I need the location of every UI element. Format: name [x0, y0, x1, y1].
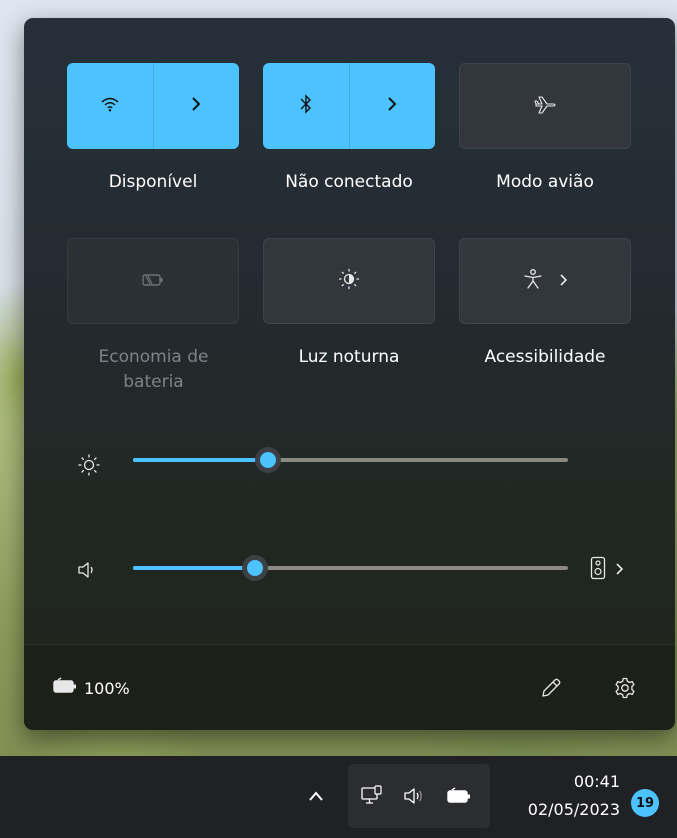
volume-slider-fill — [133, 566, 255, 570]
brightness-slider-fill — [133, 458, 268, 462]
speaker-device-icon — [590, 556, 606, 584]
accessibility-icon — [522, 268, 544, 294]
bluetooth-expand-button[interactable] — [348, 63, 436, 149]
chevron-right-icon — [614, 561, 624, 580]
accessibility-button[interactable] — [459, 238, 631, 324]
volume-slider[interactable] — [133, 555, 568, 581]
brightness-icon — [77, 453, 101, 477]
battery-status-button[interactable]: 100% — [52, 673, 130, 703]
battery-saver-button[interactable] — [67, 238, 239, 324]
network-icon — [358, 782, 386, 810]
brightness-slider[interactable] — [133, 447, 568, 473]
chevron-up-icon[interactable] — [300, 780, 332, 812]
pencil-icon[interactable] — [534, 671, 568, 705]
volume-slider-thumb[interactable] — [241, 555, 268, 581]
wifi-tile — [67, 63, 239, 149]
wifi-icon — [100, 96, 120, 116]
airplane-tile-label: Modo avião — [496, 172, 594, 192]
clock-time: 00:41 — [573, 772, 620, 791]
night-light-tile-label: Luz noturna — [298, 347, 400, 367]
battery-saver-icon — [141, 272, 165, 291]
night-light-button[interactable] — [263, 238, 435, 324]
bluetooth-toggle-button[interactable] — [263, 63, 349, 149]
quick-settings-panel: Disponível Não conectado Modo avião Econ… — [24, 18, 675, 730]
chevron-right-icon — [558, 272, 568, 291]
brightness-slider-thumb[interactable] — [254, 447, 281, 473]
notification-badge[interactable]: 19 — [631, 789, 659, 817]
quick-settings-footer: 100% — [24, 644, 675, 730]
bluetooth-tile — [263, 63, 435, 149]
wifi-expand-button[interactable] — [152, 63, 240, 149]
night-light-icon — [338, 268, 360, 294]
bluetooth-tile-label: Não conectado — [285, 172, 413, 192]
audio-output-button[interactable] — [590, 556, 638, 584]
clock-button[interactable]: 00:41 02/05/2023 — [496, 770, 620, 826]
battery-icon — [444, 782, 474, 810]
airplane-icon — [533, 94, 557, 118]
speaker-icon[interactable] — [75, 558, 99, 582]
battery-percent: 100% — [84, 678, 130, 698]
taskbar: 00:41 02/05/2023 19 — [0, 756, 677, 838]
accessibility-tile-label: Acessibilidade — [484, 347, 606, 367]
battery-charging-icon — [52, 677, 78, 699]
battery-saver-tile-label: Economia de bateria — [98, 347, 209, 392]
airplane-mode-button[interactable] — [459, 63, 631, 149]
gear-icon[interactable] — [608, 671, 642, 705]
wifi-tile-label: Disponível — [108, 172, 198, 192]
chevron-right-icon — [386, 96, 398, 116]
system-tray-group[interactable] — [348, 764, 490, 828]
volume-icon — [400, 782, 428, 810]
chevron-right-icon — [190, 96, 202, 116]
bluetooth-icon — [299, 94, 313, 118]
clock-date: 02/05/2023 — [527, 800, 620, 819]
wifi-toggle-button[interactable] — [67, 63, 153, 149]
